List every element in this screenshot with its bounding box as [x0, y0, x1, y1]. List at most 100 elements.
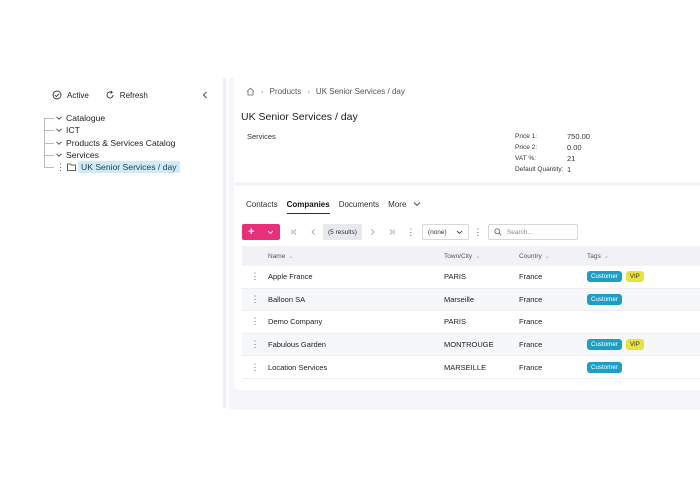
- cell-town: MONTROUGE: [444, 340, 494, 350]
- tree-branch: [44, 130, 54, 132]
- companies-table: Name ⌄ Town/City ⌄ Country ⌄ Tags ⌄ ⋮ Apple …: [242, 246, 700, 379]
- vat-value: 21: [567, 154, 576, 163]
- collapse-sidebar-button[interactable]: [199, 89, 211, 101]
- column-header-label: Town/City: [444, 252, 473, 260]
- folder-icon: [67, 163, 76, 172]
- price-2-label: Price 2:: [515, 144, 538, 151]
- tag-badge: Customer: [587, 293, 622, 305]
- last-page-button[interactable]: [384, 224, 400, 240]
- main-content: › Products › UK Senior Services / day UK…: [229, 78, 700, 410]
- tree-item-products-services-catalog[interactable]: Products & Services Catalog: [44, 137, 224, 149]
- price-fields: Price 1: 750.00 Price 2: 0.00 VAT %: 21 …: [515, 131, 590, 175]
- results-count: (5 results): [323, 224, 362, 240]
- tag-badge: Customer: [587, 339, 622, 351]
- table-header: Name ⌄ Town/City ⌄ Country ⌄ Tags ⌄: [242, 246, 700, 266]
- tag-badge: VIP: [625, 271, 644, 283]
- cell-tags: Customer VIP: [587, 271, 644, 283]
- list-toolbar: + (5 results) ⋮ (none) ⋮ Search...: [242, 224, 700, 240]
- table-row[interactable]: ⋮ Demo Company PARIS France: [242, 311, 700, 334]
- add-button[interactable]: +: [242, 224, 280, 240]
- toolbar-menu-icon[interactable]: ⋮: [406, 227, 416, 238]
- tree-item-services[interactable]: Services: [44, 149, 224, 161]
- default-quantity-value: 1: [567, 165, 572, 174]
- row-menu-icon[interactable]: ⋮: [242, 294, 268, 305]
- price-1-label: Price 1:: [515, 133, 538, 140]
- tab-more[interactable]: More: [388, 200, 420, 214]
- cell-name[interactable]: Balloon SA: [268, 295, 444, 304]
- cell-name[interactable]: Demo Company: [268, 317, 444, 326]
- chevron-down-icon[interactable]: [55, 139, 63, 147]
- search-placeholder: Search...: [506, 228, 533, 236]
- chevron-down-icon[interactable]: [55, 114, 63, 122]
- cell-name[interactable]: Location Services: [268, 363, 444, 372]
- vat-label: VAT %:: [515, 155, 536, 162]
- row-menu-icon[interactable]: ⋮: [242, 316, 268, 327]
- tree-branch: [44, 142, 54, 144]
- chevron-down-icon[interactable]: [267, 230, 274, 235]
- column-header-label: Country: [519, 252, 542, 260]
- table-row[interactable]: ⋮ Fabulous Garden MONTROUGE France Custo…: [242, 333, 700, 357]
- cell-town: PARIS: [444, 317, 466, 327]
- previous-page-button[interactable]: [305, 224, 321, 240]
- tab-bar: Contacts Companies Documents More: [246, 200, 430, 214]
- column-header-tags[interactable]: Tags ⌄: [587, 252, 610, 261]
- chevron-down-icon[interactable]: [55, 151, 63, 159]
- tag-badge: Customer: [587, 271, 622, 283]
- tree-branch: [44, 167, 54, 169]
- column-header-label: Name: [268, 252, 286, 260]
- tree-item-catalogue[interactable]: Catalogue: [44, 112, 224, 124]
- table-row[interactable]: ⋮ Balloon SA Marseille France Customer: [242, 288, 700, 312]
- cell-country: France: [519, 272, 543, 282]
- check-circle-icon: [52, 90, 62, 100]
- default-quantity-row: Default Quantity: 1: [515, 164, 590, 175]
- breadcrumb-products[interactable]: Products: [270, 87, 302, 96]
- search-input[interactable]: Search...: [487, 224, 578, 240]
- cell-country: France: [519, 362, 543, 372]
- active-button[interactable]: Active: [52, 90, 89, 100]
- sort-icon: ⌄: [544, 253, 551, 260]
- item-menu-icon[interactable]: ⋮: [56, 162, 65, 172]
- tree-item-label: Products & Services Catalog: [66, 137, 176, 148]
- tree-item-label: Catalogue: [66, 113, 106, 124]
- cell-town: PARIS: [444, 272, 466, 282]
- first-page-button[interactable]: [286, 224, 302, 240]
- column-header-label: Tags: [587, 252, 601, 260]
- column-header-town[interactable]: Town/City ⌄: [444, 252, 519, 261]
- sort-icon: ⌄: [288, 253, 294, 260]
- refresh-button[interactable]: Refresh: [105, 90, 148, 100]
- filter-menu-icon[interactable]: ⋮: [473, 227, 483, 238]
- tab-contacts[interactable]: Contacts: [246, 200, 278, 214]
- row-menu-icon[interactable]: ⋮: [242, 271, 268, 282]
- table-row[interactable]: ⋮ Location Services MARSEILLE France Cus…: [242, 356, 700, 379]
- tree-item-uk-senior-services[interactable]: ⋮ UK Senior Services / day: [44, 161, 224, 174]
- filter-select[interactable]: (none): [421, 224, 469, 240]
- page-title: UK Senior Services / day: [241, 111, 358, 123]
- sidebar-toolbar: Active Refresh: [52, 88, 211, 102]
- catalogue-tree: Catalogue ICT Products & Services Catalo…: [44, 112, 224, 174]
- column-header-country[interactable]: Country ⌄: [519, 252, 587, 261]
- chevron-down-icon: [413, 202, 420, 207]
- chevron-down-icon: [456, 230, 463, 234]
- tab-companies[interactable]: Companies: [286, 200, 330, 214]
- column-header-name[interactable]: Name ⌄: [268, 252, 444, 261]
- tree-item-label: ICT: [66, 125, 80, 136]
- price-1-value: 750.00: [567, 132, 590, 141]
- cell-name[interactable]: Apple France: [268, 272, 444, 281]
- last-page-icon: [389, 229, 395, 235]
- tree-item-ict[interactable]: ICT: [44, 124, 224, 136]
- table-row[interactable]: ⋮ Apple France PARIS France Customer VIP: [242, 266, 700, 289]
- row-menu-icon[interactable]: ⋮: [242, 339, 268, 350]
- cell-name[interactable]: Fabulous Garden: [268, 340, 444, 349]
- tree-item-label: Services: [66, 150, 99, 161]
- next-page-button[interactable]: [365, 224, 381, 240]
- cell-town: Marseille: [444, 294, 475, 304]
- tag-badge: Customer: [587, 361, 622, 373]
- tag-badge: VIP: [625, 339, 644, 351]
- breadcrumb-current: UK Senior Services / day: [315, 87, 405, 96]
- home-icon[interactable]: [246, 87, 255, 96]
- row-menu-icon[interactable]: ⋮: [242, 362, 268, 373]
- tab-documents[interactable]: Documents: [339, 200, 379, 214]
- price-2-row: Price 2: 0.00: [515, 142, 590, 153]
- chevron-down-icon[interactable]: [55, 126, 63, 134]
- sort-icon: ⌄: [603, 253, 610, 260]
